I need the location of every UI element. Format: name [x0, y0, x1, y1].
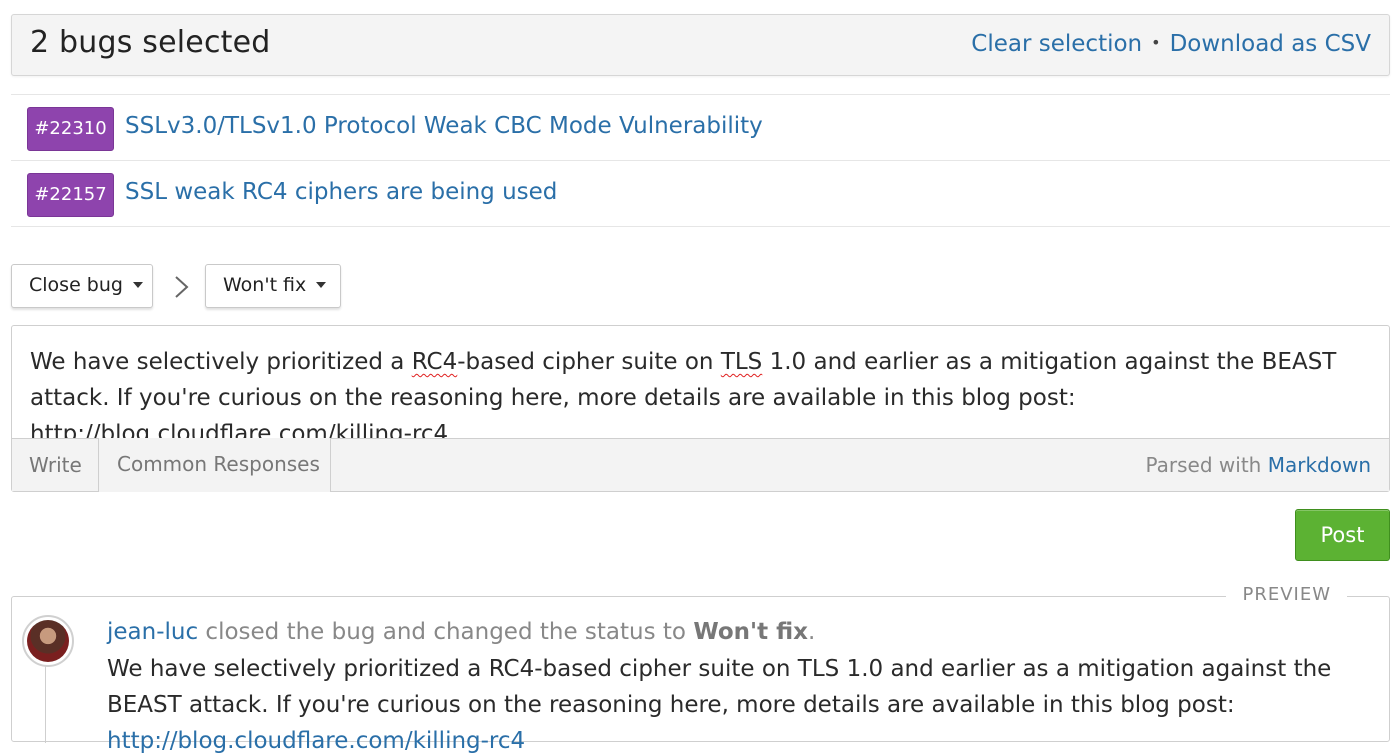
selection-header: 2 bugs selected Clear selection • Download…	[11, 14, 1390, 76]
editor-text-segment: We have selectively prioritized a	[30, 349, 412, 375]
timeline-line	[45, 665, 46, 743]
status-dropdown[interactable]: Won't fix	[205, 264, 341, 308]
editor-text-segment: -based cipher suite on	[457, 349, 721, 375]
editor-text-segment: RC4	[411, 349, 458, 375]
preview-status: Won't fix	[693, 619, 808, 645]
bug-row: #22310 SSLv3.0/TLSv1.0 Protocol Weak CBC…	[11, 94, 1390, 161]
parsed-with-label: Parsed with	[1145, 453, 1262, 477]
editor-toolbar: Write Common Responses Parsed with Markd…	[12, 438, 1389, 492]
parsed-with-note: Parsed with Markdown	[1146, 453, 1372, 477]
blog-post-link[interactable]: http://blog.cloudflare.com/killing-rc4	[107, 728, 525, 754]
caret-down-icon	[316, 282, 327, 288]
header-separator: •	[1151, 33, 1161, 52]
preview-body-text: We have selectively prioritized a RC4-ba…	[107, 656, 1332, 718]
avatar-image	[27, 620, 69, 662]
post-button[interactable]: Post	[1295, 509, 1390, 561]
user-avatar[interactable]	[22, 615, 74, 667]
preview-action-text: closed the bug and changed the status to	[198, 619, 694, 645]
bug-row: #22157 SSL weak RC4 ciphers are being us…	[11, 160, 1390, 227]
comment-preview: PREVIEW jean-luc closed the bug and chan…	[11, 584, 1390, 754]
download-csv-link[interactable]: Download as CSV	[1170, 31, 1371, 57]
status-dropdown-label: Won't fix	[223, 274, 307, 296]
close-bug-dropdown-label: Close bug	[29, 274, 123, 296]
preview-body: We have selectively prioritized a RC4-ba…	[107, 651, 1372, 756]
bug-title-link[interactable]: SSL weak RC4 ciphers are being used	[125, 179, 557, 205]
selection-count-title: 2 bugs selected	[30, 25, 271, 60]
tab-write[interactable]: Write	[29, 453, 82, 477]
preview-meta: jean-luc closed the bug and changed the …	[107, 619, 815, 645]
bug-title-link[interactable]: SSLv3.0/TLSv1.0 Protocol Weak CBC Mode V…	[125, 113, 763, 139]
clear-selection-link[interactable]: Clear selection	[971, 31, 1142, 57]
comment-editor[interactable]: We have selectively prioritized a RC4-ba…	[11, 325, 1390, 492]
bug-id-badge[interactable]: #22310	[27, 107, 114, 151]
header-actions: Clear selection • Download as CSV	[971, 31, 1371, 57]
comment-textarea[interactable]: We have selectively prioritized a RC4-ba…	[30, 344, 1370, 452]
user-link[interactable]: jean-luc	[107, 619, 198, 645]
chevron-right-icon	[175, 276, 189, 298]
preview-period: .	[807, 619, 816, 645]
tab-common-responses[interactable]: Common Responses	[98, 438, 331, 492]
close-bug-dropdown[interactable]: Close bug	[11, 264, 153, 308]
markdown-link[interactable]: Markdown	[1268, 453, 1371, 477]
editor-text-segment: TLS	[720, 349, 763, 375]
preview-label: PREVIEW	[1226, 584, 1347, 605]
bug-id-badge[interactable]: #22157	[27, 173, 114, 217]
caret-down-icon	[132, 282, 143, 288]
